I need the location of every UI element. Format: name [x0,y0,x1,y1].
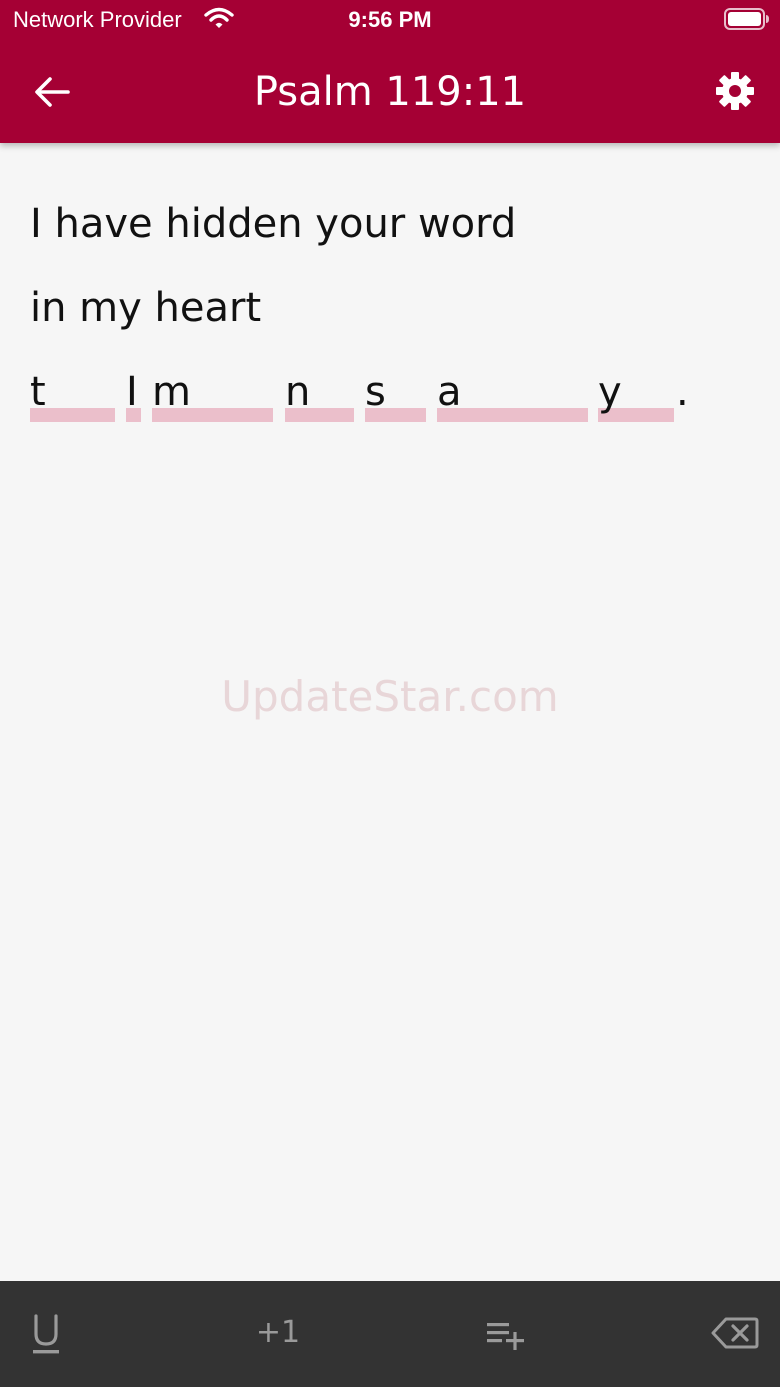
hidden-word[interactable]: s [365,356,426,422]
back-arrow-icon[interactable] [30,70,74,114]
verse-text: I have hidden your word in my heart t I … [30,188,750,440]
hint-letter: a [437,369,462,415]
hint-letter: y [598,369,622,415]
hidden-word[interactable]: t [30,356,115,422]
hidden-words-line: t I m n s a y . [30,356,750,440]
bottom-toolbar: +1 [0,1281,780,1387]
reveal-one-word-button[interactable]: +1 [248,1307,308,1361]
hidden-word[interactable]: y [598,356,674,422]
status-time: 9:56 PM [348,7,432,32]
hidden-word[interactable]: m [152,356,273,422]
hint-letter: s [365,369,386,415]
battery-icon [724,8,770,30]
hint-letter: I [126,369,138,415]
app-screen: Network Provider 9:56 PM Psalm 119:11 I … [0,0,780,1387]
verse-line: I have hidden your word [30,201,517,247]
hidden-word[interactable]: a [437,356,588,422]
hidden-word[interactable]: n [285,356,354,422]
underline-icon [33,1314,59,1354]
settings-gear-icon[interactable] [712,68,758,114]
status-bar: Network Provider 9:56 PM [0,0,780,40]
page-title: Psalm 119:11 [253,69,527,115]
hint-letter: t [30,369,46,415]
hidden-word[interactable]: I [126,356,141,422]
backspace-button[interactable] [710,1306,760,1360]
backspace-icon [711,1317,759,1349]
app-header: Network Provider 9:56 PM Psalm 119:11 [0,0,780,143]
hint-letter: n [285,369,311,415]
watermark-text: UpdateStar.com [221,672,559,721]
reveal-line-button[interactable] [484,1306,528,1360]
navigation-bar: Psalm 119:11 [0,40,780,143]
underline-toggle-button[interactable] [28,1306,64,1360]
verse-line: in my heart [30,285,262,331]
hint-letter: m [152,369,191,415]
playlist-add-icon [487,1323,524,1350]
verse-end-punctuation: . [676,369,689,415]
